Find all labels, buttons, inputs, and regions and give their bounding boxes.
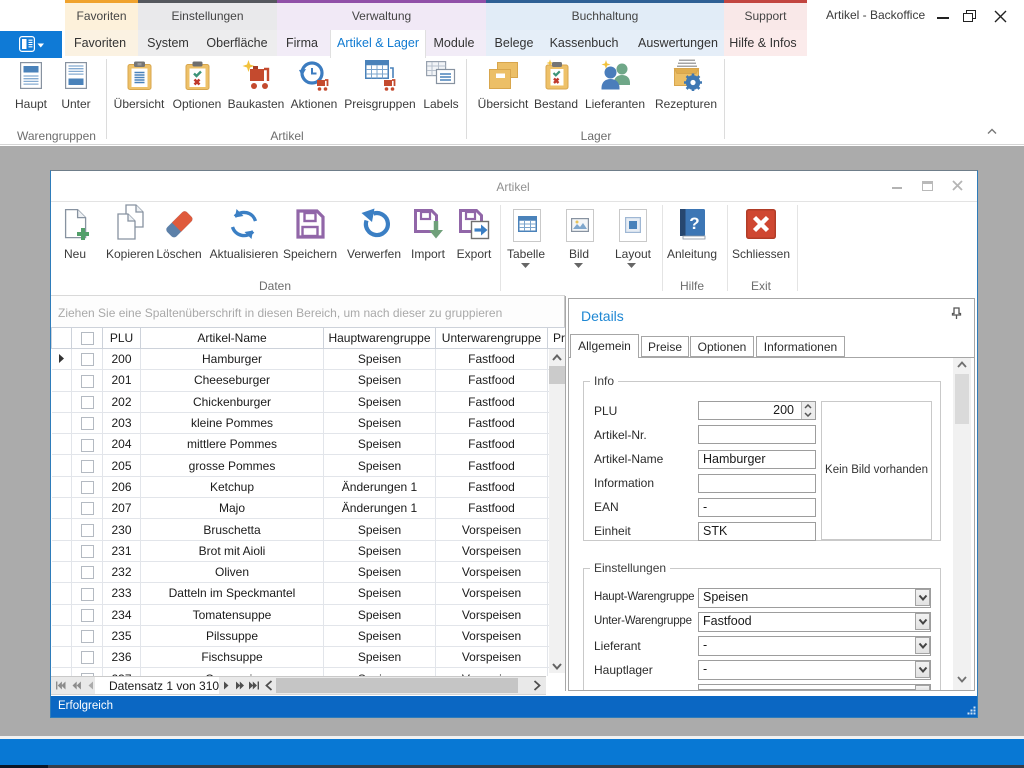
svg-text:?: ? [689,214,699,233]
